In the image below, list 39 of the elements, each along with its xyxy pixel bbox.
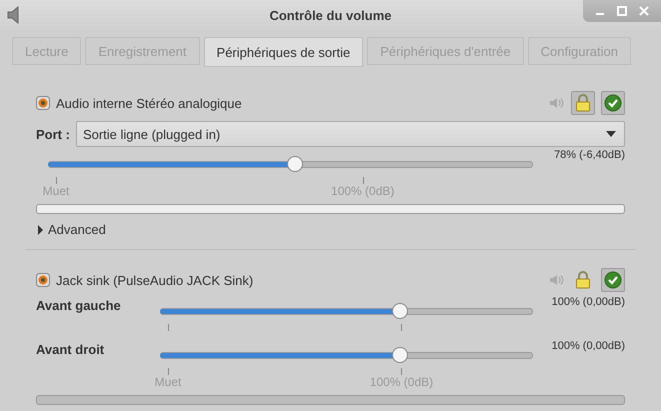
volume-slider[interactable]: [48, 155, 533, 173]
tick-mark: [56, 177, 57, 184]
channel-label: Avant droit: [36, 341, 106, 357]
dropdown-arrow-icon: [606, 131, 616, 137]
close-icon[interactable]: [639, 6, 649, 16]
speaker-icon: [36, 273, 50, 287]
tick-mark: [168, 324, 169, 331]
volume-slider[interactable]: [160, 302, 533, 320]
window-title: Contrôle du volume: [269, 8, 392, 22]
tab[interactable]: Périphériques de sortie: [204, 37, 364, 67]
tick-mark: [168, 368, 169, 375]
device-name: Jack sink (PulseAudio JACK Sink): [56, 272, 254, 288]
port-dropdown[interactable]: Sortie ligne (plugged in): [76, 121, 625, 147]
maximize-icon[interactable]: [617, 6, 627, 16]
port-label: Port :: [36, 126, 70, 142]
volume-reading: 100% (0,00dB): [550, 339, 625, 352]
set-default-button[interactable]: [601, 91, 625, 115]
speaker-icon: [36, 96, 50, 110]
advanced-expander[interactable]: Advanced: [36, 222, 106, 237]
check-icon: [604, 94, 622, 112]
tick-mark: [401, 324, 402, 331]
lock-icon: [575, 94, 591, 112]
tick-mark: [362, 177, 364, 184]
volume-slider[interactable]: [160, 346, 533, 364]
volume-icon: [549, 274, 565, 286]
volume-icon: [549, 97, 565, 109]
device-name: Audio interne Stéréo analogique: [56, 96, 243, 110]
volume-reading: 78% (-6,40dB): [553, 148, 625, 161]
slider-thumb[interactable]: [287, 156, 304, 172]
slider-thumb[interactable]: [392, 303, 408, 319]
volume-reading: 100% (0,00dB): [550, 295, 625, 308]
lock-channels-button[interactable]: [571, 91, 595, 115]
lock-icon: [575, 271, 591, 289]
tick-mark: [401, 368, 402, 375]
set-default-button[interactable]: [601, 268, 625, 292]
channel-label: Avant gauche: [36, 297, 122, 313]
slider-thumb[interactable]: [392, 347, 408, 363]
expander-arrow-icon: [36, 224, 44, 234]
check-icon: [604, 271, 622, 289]
